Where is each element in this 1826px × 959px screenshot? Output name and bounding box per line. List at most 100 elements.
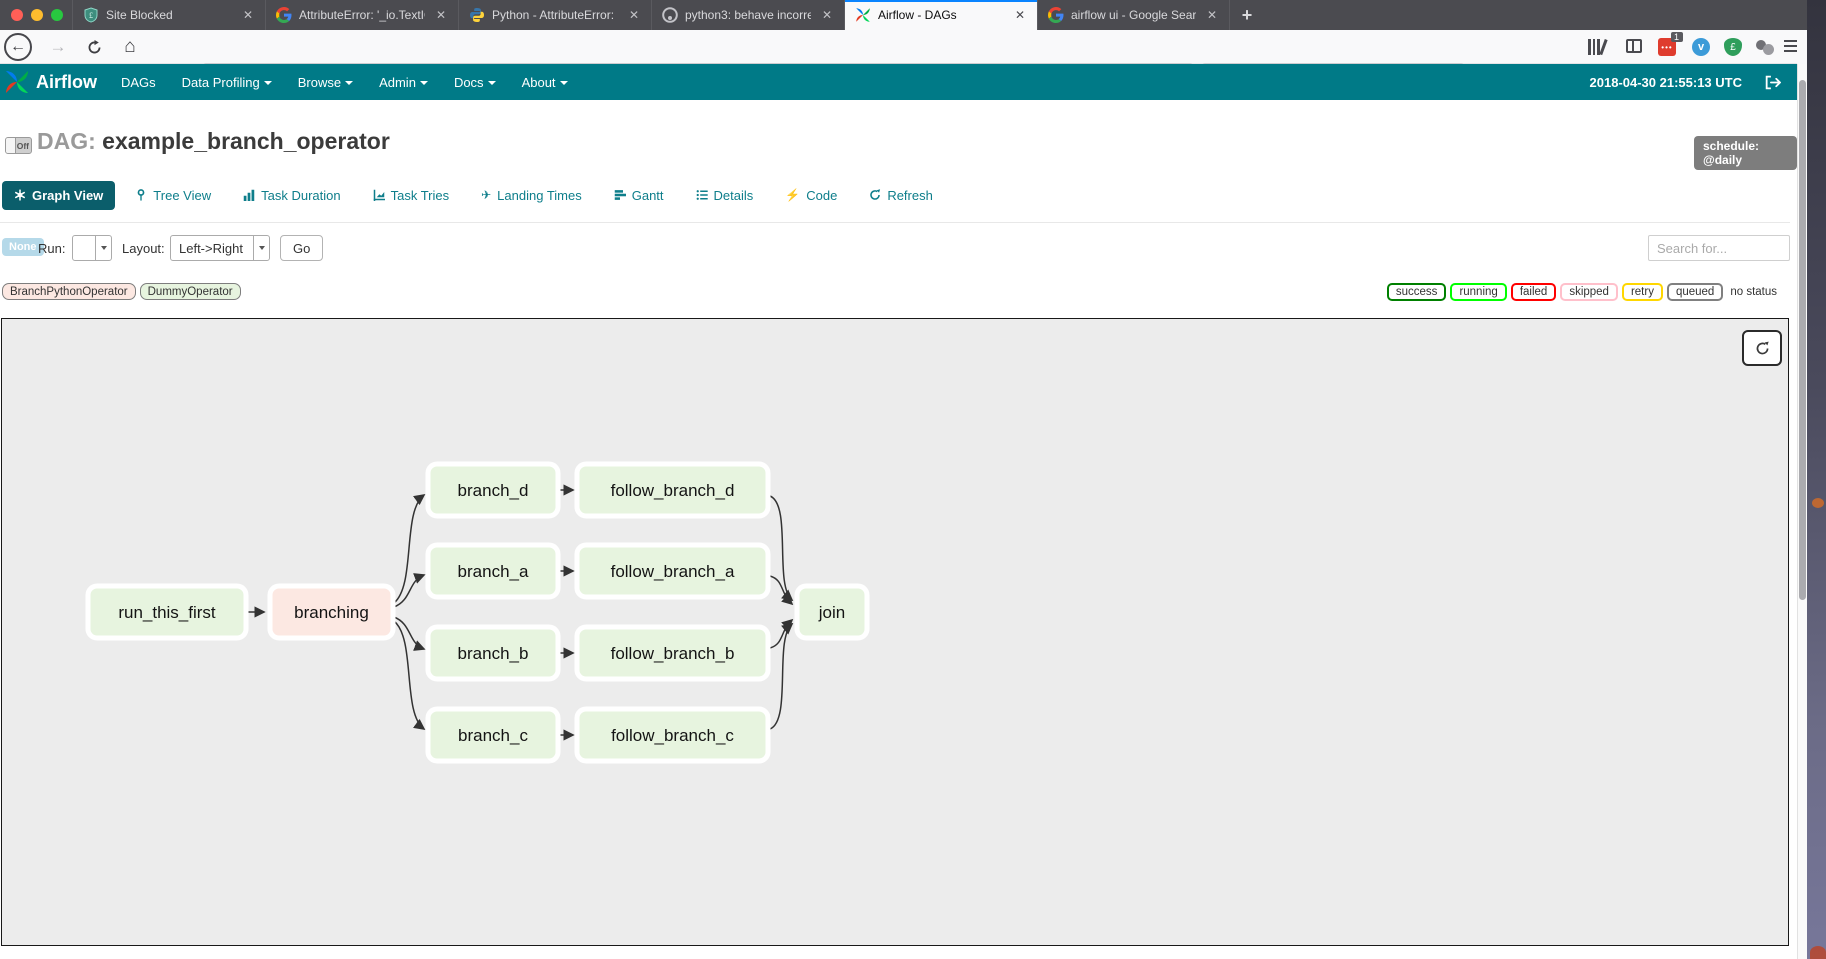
dag-prefix: DAG: (37, 128, 96, 154)
browser-toolbar: ← → ⌂ i localhost:8080 /admin/airflow/gr… (0, 30, 1807, 64)
task-node-follow_branch_c[interactable]: follow_branch_c (577, 709, 768, 761)
task-label: follow_branch_a (611, 562, 735, 581)
tab-title: airflow ui - Google Search (1071, 8, 1196, 22)
task-node-join[interactable]: join (797, 586, 867, 638)
task-label: branch_a (458, 562, 529, 581)
task-node-follow_branch_d[interactable]: follow_branch_d (577, 464, 768, 516)
chevron-down-icon (264, 81, 272, 85)
graph-view-icon (14, 189, 26, 201)
task-node-branching[interactable]: branching (270, 586, 393, 638)
sidebar-icon[interactable] (1626, 38, 1644, 56)
go-button[interactable]: Go (280, 235, 323, 261)
task-duration-icon (243, 189, 255, 201)
browser-tab-1[interactable]: £Site Blocked✕ (72, 0, 265, 30)
tab-close-icon[interactable]: ✕ (432, 6, 450, 24)
reload-button[interactable] (80, 33, 108, 61)
tab-close-icon[interactable]: ✕ (625, 6, 643, 24)
tab-task-tries[interactable]: Task Tries (361, 181, 462, 210)
logout-icon[interactable] (1764, 74, 1781, 91)
tab-tree-view[interactable]: Tree View (123, 181, 223, 210)
chevron-down-icon (420, 81, 428, 85)
minimize-window-button[interactable] (31, 9, 43, 21)
browser-tab-2[interactable]: AttributeError: '_io.TextIOWrapp ✕ (265, 0, 458, 30)
chevron-down-icon (560, 81, 568, 85)
details-icon (696, 189, 708, 201)
chevron-down-icon (488, 81, 496, 85)
task-node-run_this_first[interactable]: run_this_first (88, 586, 246, 638)
zoom-window-button[interactable] (51, 9, 63, 21)
refresh-icon (869, 189, 881, 201)
forward-button[interactable]: → (44, 33, 72, 61)
nav-item-admin[interactable]: Admin (379, 75, 428, 90)
task-node-branch_c[interactable]: branch_c (428, 709, 558, 761)
extension-icon[interactable]: ••• 1 (1658, 38, 1676, 56)
tab-refresh[interactable]: Refresh (857, 181, 945, 210)
utc-clock: 2018-04-30 21:55:13 UTC (1590, 75, 1742, 90)
tab-landing-times[interactable]: ✈Landing Times (469, 181, 594, 210)
tab-details[interactable]: Details (684, 181, 766, 210)
nav-item-dags[interactable]: DAGs (121, 75, 156, 90)
task-tries-icon (373, 189, 385, 201)
task-label: branching (294, 603, 369, 622)
library-icon[interactable] (1588, 38, 1606, 56)
tab-task-duration[interactable]: Task Duration (231, 181, 352, 210)
browser-tab-3[interactable]: Python - AttributeError: '_io.Te ✕ (458, 0, 651, 30)
tab-code[interactable]: ⚡Code (773, 181, 849, 210)
tab-title: python3: behave incorrectly mo (685, 8, 811, 22)
dag-graph-canvas[interactable]: run_this_first branching branch_d follow_br… (1, 318, 1789, 946)
new-tab-button[interactable]: + (1230, 0, 1264, 30)
task-node-branch_a[interactable]: branch_a (428, 545, 558, 597)
landing-times-icon: ✈ (481, 189, 491, 201)
tab-graph-view[interactable]: Graph View (2, 181, 115, 210)
close-window-button[interactable] (11, 9, 23, 21)
status-badge-failed: failed (1511, 283, 1557, 301)
nav-item-data-profiling[interactable]: Data Profiling (182, 75, 272, 90)
edge-follow_branch_a-to-join (770, 576, 792, 604)
task-search-input[interactable]: Search for... (1648, 235, 1790, 261)
canvas-refresh-button[interactable] (1742, 330, 1782, 366)
airflow-favicon (855, 7, 871, 23)
task-node-branch_b[interactable]: branch_b (428, 627, 558, 679)
scrollbar-gap (1797, 30, 1807, 64)
airflow-logo-icon (4, 69, 30, 95)
vertical-scrollbar[interactable] (1797, 64, 1807, 959)
task-node-follow_branch_a[interactable]: follow_branch_a (577, 545, 768, 597)
svg-text:£: £ (89, 11, 93, 20)
browser-tab-4[interactable]: python3: behave incorrectly mo ✕ (651, 0, 844, 30)
home-button[interactable]: ⌂ (116, 33, 144, 61)
layout-select[interactable]: Left->Right (170, 235, 270, 261)
scrollbar-thumb[interactable] (1799, 80, 1806, 600)
run-select[interactable] (72, 235, 112, 261)
operator-badge: BranchPythonOperator (2, 283, 136, 300)
shield-extension-icon[interactable]: £ (1724, 38, 1742, 56)
spheres-extension-icon[interactable] (1756, 38, 1774, 56)
task-node-branch_d[interactable]: branch_d (428, 464, 558, 516)
macos-traffic-lights[interactable] (0, 0, 72, 30)
operator-badge: DummyOperator (140, 283, 241, 300)
edge-follow_branch_b-to-join (770, 620, 792, 648)
tab-gantt[interactable]: Gantt (602, 181, 676, 210)
back-button[interactable]: ← (4, 33, 32, 61)
page-title: DAG: example_branch_operator (37, 128, 390, 155)
airflow-brand[interactable]: Airflow (36, 72, 97, 93)
edge-branching-to-branch_d (394, 495, 424, 603)
tab-title: AttributeError: '_io.TextIOWrapp (299, 8, 425, 22)
tab-close-icon[interactable]: ✕ (818, 6, 836, 24)
task-node-follow_branch_b[interactable]: follow_branch_b (577, 627, 768, 679)
code-icon: ⚡ (785, 189, 800, 201)
tab-title: Python - AttributeError: '_io.Te (492, 8, 618, 22)
nav-item-browse[interactable]: Browse (298, 75, 353, 90)
github-favicon (662, 7, 678, 23)
toggle-label: Off (17, 141, 29, 151)
tab-close-icon[interactable]: ✕ (1011, 6, 1029, 24)
browser-tab-6[interactable]: airflow ui - Google Search ✕ (1037, 0, 1230, 30)
nav-item-docs[interactable]: Docs (454, 75, 496, 90)
extension-v-icon[interactable]: v (1692, 38, 1710, 56)
nav-item-about[interactable]: About (522, 75, 568, 90)
dag-pause-toggle[interactable]: Off (5, 137, 32, 154)
tab-close-icon[interactable]: ✕ (1203, 6, 1221, 24)
status-badge-retry: retry (1622, 283, 1663, 301)
task-label: branch_d (458, 481, 529, 500)
tab-close-icon[interactable]: ✕ (239, 6, 257, 24)
browser-tab-5[interactable]: Airflow - DAGs✕ (844, 0, 1037, 30)
